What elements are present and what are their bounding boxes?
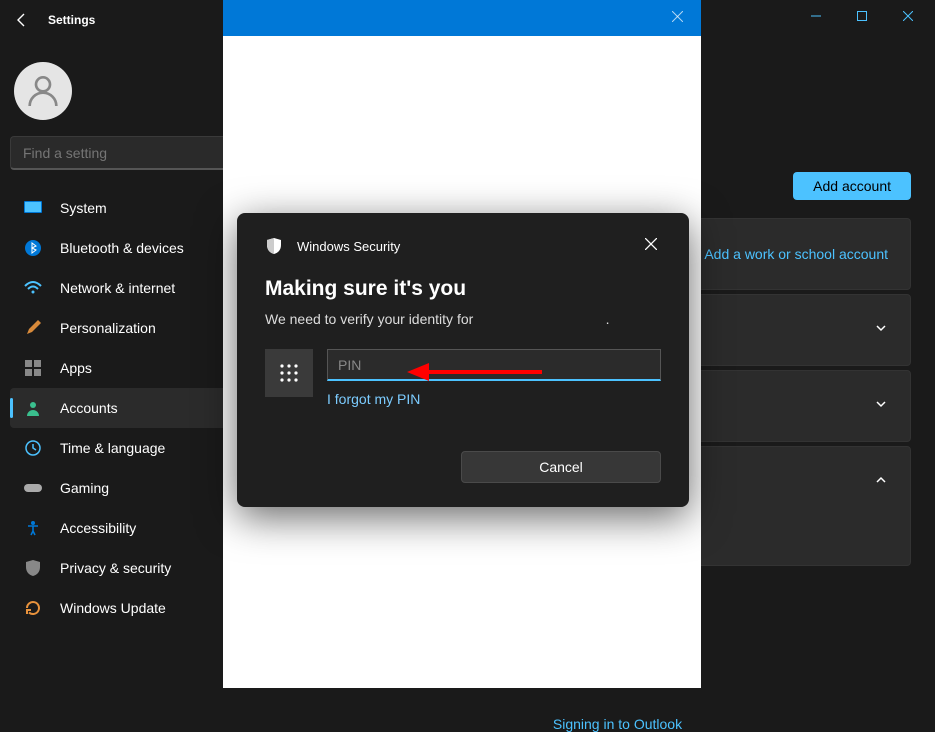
clock-icon [24, 439, 42, 457]
dialog-title: Making sure it's you [265, 277, 661, 301]
sidebar-item-label: Bluetooth & devices [60, 240, 184, 256]
maximize-button[interactable] [839, 0, 885, 32]
modal-close-button[interactable] [664, 5, 691, 31]
chevron-up-icon [874, 473, 888, 492]
sidebar-item-label: Personalization [60, 320, 156, 336]
apps-icon [24, 359, 42, 377]
sidebar-item-label: Windows Update [60, 600, 166, 616]
page-title: Settings [48, 13, 95, 27]
sidebar-item-label: Gaming [60, 480, 109, 496]
bluetooth-icon [24, 239, 42, 257]
dialog-header-text: Windows Security [297, 239, 627, 254]
gaming-icon [24, 479, 42, 497]
close-button[interactable] [885, 0, 931, 32]
work-school-link[interactable]: Add a work or school account [704, 246, 888, 262]
dialog-subtitle: We need to verify your identity for ____… [265, 311, 661, 327]
wifi-icon [24, 279, 42, 297]
forgot-pin-link[interactable]: I forgot my PIN [327, 391, 420, 407]
sidebar-item-label: Accounts [60, 400, 118, 416]
sidebar-item-label: Accessibility [60, 520, 136, 536]
chevron-down-icon [874, 321, 888, 340]
sidebar-item-label: Time & language [60, 440, 165, 456]
person-icon [24, 399, 42, 417]
system-icon [24, 199, 42, 217]
header: Settings [0, 6, 109, 32]
avatar [14, 62, 72, 120]
pin-input[interactable] [327, 349, 661, 381]
brush-icon [24, 319, 42, 337]
sidebar-item-label: Apps [60, 360, 92, 376]
back-button[interactable] [14, 12, 30, 28]
pin-keypad-icon [265, 349, 313, 397]
update-icon [24, 599, 42, 617]
security-shield-icon [265, 237, 283, 255]
sidebar-item-label: System [60, 200, 107, 216]
chevron-down-icon [874, 397, 888, 416]
dialog-close-button[interactable] [641, 233, 661, 259]
shield-icon [24, 559, 42, 577]
sidebar-item-label: Network & internet [60, 280, 175, 296]
cancel-button[interactable]: Cancel [461, 451, 661, 483]
accessibility-icon [24, 519, 42, 537]
windows-security-dialog: Windows Security Making sure it's you We… [237, 213, 689, 507]
minimize-button[interactable] [793, 0, 839, 32]
window-controls [793, 0, 931, 32]
modal-titlebar [223, 0, 701, 36]
add-account-button[interactable]: Add account [793, 172, 911, 200]
sidebar-item-label: Privacy & security [60, 560, 171, 576]
